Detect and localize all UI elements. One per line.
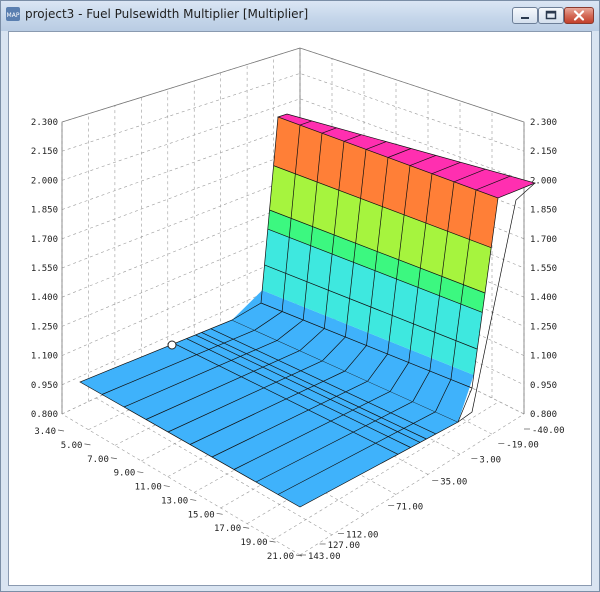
- app-icon-text: MAP: [7, 12, 20, 19]
- y-tick-label: 35.00: [440, 478, 467, 488]
- z-tick-label-right: 0.800: [530, 410, 557, 420]
- z-tick-label-left: 0.800: [31, 410, 58, 420]
- z-tick-label-right: 1.250: [530, 322, 557, 332]
- surface-plot[interactable]: 0.800 0.800 0.950 0.950 1.100 1.100 1.250 1.250…: [9, 32, 592, 586]
- z-tick-label-left: 1.700: [31, 235, 58, 245]
- title-bar[interactable]: MAP project3 - Fuel Pulsewidth Multiplie…: [1, 1, 599, 31]
- x-tick-label: 7.00: [87, 455, 109, 465]
- z-grid-line: [61, 47, 525, 123]
- x-tick-label: 9.00: [114, 469, 136, 479]
- z-tick-label-right: 1.400: [530, 293, 557, 303]
- z-tick-label-left: 1.100: [31, 352, 58, 362]
- x-tick-mark: [84, 443, 91, 446]
- x-tick-label: 17.00: [214, 524, 241, 534]
- x-tick-mark: [216, 512, 223, 515]
- x-tick-mark: [57, 429, 65, 432]
- z-tick-label-left: 1.250: [31, 322, 58, 332]
- maximize-button[interactable]: [538, 7, 564, 24]
- x-tick-label: 11.00: [135, 483, 162, 493]
- x-tick-mark: [137, 471, 144, 474]
- x-tick-label: 19.00: [240, 538, 267, 548]
- z-tick-label-left: 1.400: [31, 293, 58, 303]
- cursor-point-marker: [167, 340, 177, 350]
- z-tick-label-left: 2.300: [31, 118, 58, 128]
- y-tick-label: 127.00: [328, 541, 361, 551]
- y-tick-label: -40.00: [532, 426, 565, 436]
- x-tick-label: 15.00: [188, 510, 215, 520]
- x-tick-label: 21.00: [267, 552, 294, 562]
- minimize-icon: [521, 17, 529, 19]
- z-tick-label-right: 2.000: [530, 176, 557, 186]
- z-tick-label-left: 2.000: [31, 176, 58, 186]
- map-app-icon: MAP: [6, 7, 20, 21]
- z-tick-label-right: 1.550: [530, 264, 557, 274]
- z-tick-label-left: 2.150: [31, 147, 58, 157]
- z-tick-label-right: 1.100: [530, 352, 557, 362]
- y-tick-label: 112.00: [346, 531, 379, 541]
- z-tick-label-left: 0.950: [31, 381, 58, 391]
- application-window: MAP project3 - Fuel Pulsewidth Multiplie…: [0, 0, 600, 592]
- y-tick-label: 3.00: [479, 456, 501, 466]
- z-tick-label-right: 1.850: [530, 206, 557, 216]
- x-tick-mark: [269, 540, 276, 543]
- z-tick-label-right: 2.300: [530, 118, 557, 128]
- window-title: project3 - Fuel Pulsewidth Multiplier [M…: [25, 7, 309, 21]
- maximize-icon: [545, 10, 557, 20]
- z-tick-label-left: 1.850: [31, 206, 58, 216]
- x-tick-label: 13.00: [161, 496, 188, 506]
- x-tick-label: 5.00: [61, 441, 83, 451]
- x-tick-label: 3.40: [34, 427, 56, 437]
- x-tick-mark: [163, 485, 170, 487]
- x-tick-mark: [243, 526, 250, 529]
- z-tick-label-right: 0.950: [530, 381, 557, 391]
- x-tick-mark: [190, 499, 197, 501]
- y-tick-label: 143.00: [308, 552, 341, 562]
- z-tick-label-right: 2.150: [530, 147, 557, 157]
- y-tick-label: 71.00: [396, 502, 423, 512]
- z-tick-label-left: 1.550: [31, 264, 58, 274]
- x-tick-mark: [110, 457, 117, 460]
- z-tick-label-right: 1.700: [530, 235, 557, 245]
- close-button[interactable]: [564, 7, 594, 24]
- chart-area[interactable]: 0.800 0.800 0.950 0.950 1.100 1.100 1.250 1.250…: [8, 31, 592, 586]
- minimize-button[interactable]: [512, 7, 538, 24]
- close-icon: [573, 10, 585, 21]
- y-tick-label: -19.00: [506, 440, 539, 450]
